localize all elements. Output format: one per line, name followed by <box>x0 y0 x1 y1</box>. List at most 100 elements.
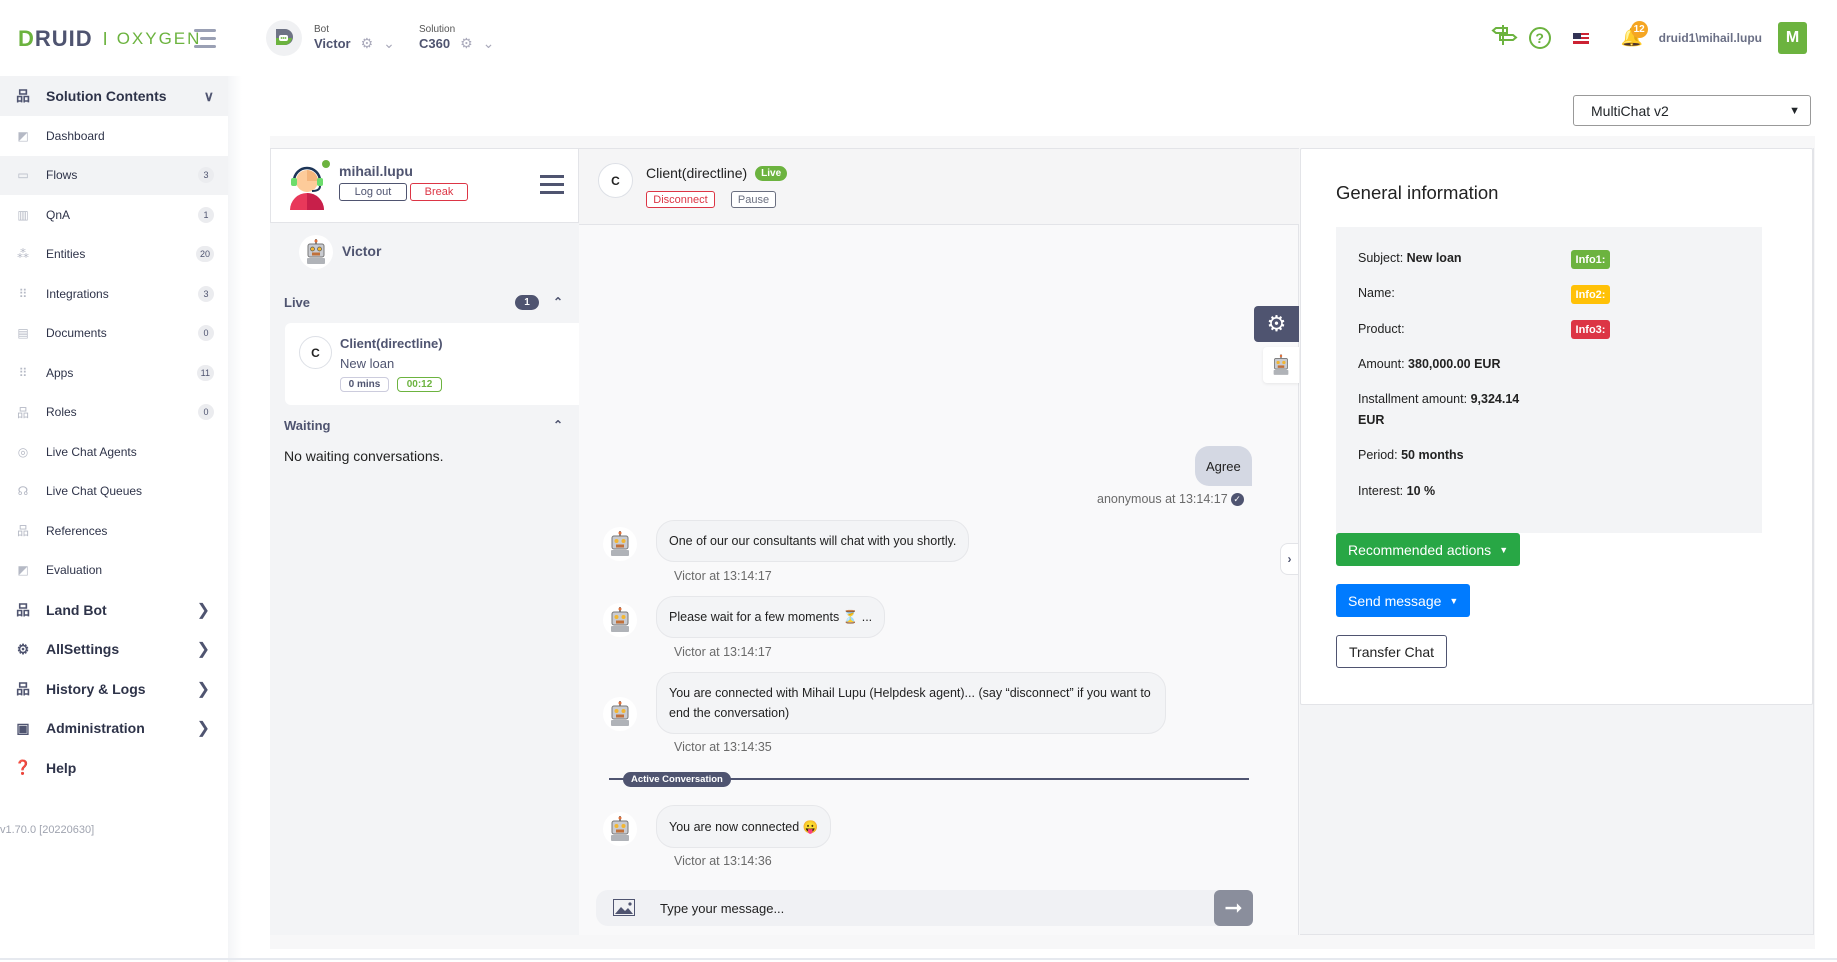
sidebar-item-live-chat-queues[interactable]: ☊ Live Chat Queues <box>0 472 228 512</box>
sidebar-group-label: Land Bot <box>46 601 107 618</box>
sidebar-item-label: Roles <box>46 405 77 420</box>
sidebar-item-documents[interactable]: ▤ Documents 0 <box>0 314 228 354</box>
bot-name: Victor <box>342 243 382 259</box>
gear-icon[interactable]: ⚙ <box>361 35 374 52</box>
waiting-empty-text: No waiting conversations. <box>284 448 444 464</box>
bot-message-avatar <box>603 697 637 731</box>
bot-message-bubble: Please wait for a few moments ⏳ ... <box>656 596 886 638</box>
info-label: Subject: <box>1358 251 1404 265</box>
transfer-chat-button[interactable]: Transfer Chat <box>1336 635 1448 668</box>
info-label: Name: <box>1358 286 1395 300</box>
chart-icon: ◩ <box>17 128 29 143</box>
sidebar-item-label: Live Chat Queues <box>46 484 143 499</box>
multichat-version-select[interactable]: MultiChat v2 ▼ <box>1573 95 1811 126</box>
chevron-down-icon[interactable]: ⌄ <box>383 35 395 52</box>
break-button[interactable]: Break <box>410 183 468 201</box>
agent-avatar-icon <box>288 160 330 210</box>
info-value: New loan <box>1406 251 1462 265</box>
sidebar-item-count: 0 <box>198 404 214 421</box>
send-button[interactable]: ➞ <box>1214 890 1253 926</box>
info-row-period: Period: 50 months <box>1358 445 1464 466</box>
agent-icon: ◎ <box>17 444 29 459</box>
sidebar-item-label: Flows <box>46 168 78 183</box>
sidebar-item-label: Live Chat Agents <box>46 444 137 459</box>
solution-selector[interactable]: Solution C360 ⚙ ⌄ <box>419 24 494 52</box>
bot-message-avatar <box>603 527 637 561</box>
sidebar-item-integrations[interactable]: ⠿ Integrations 3 <box>0 274 228 314</box>
sidebar-group-label: Help <box>46 759 77 776</box>
sidebar-item-live-chat-agents[interactable]: ◎ Live Chat Agents <box>0 432 228 472</box>
info-label: Amount: <box>1358 357 1405 371</box>
send-message-button[interactable]: Send message ▼ <box>1336 584 1471 617</box>
logout-button[interactable]: Log out <box>339 183 407 201</box>
gear-icon[interactable]: ⚙ <box>460 35 473 52</box>
sidebar-item-label: Integrations <box>46 286 109 301</box>
live-collapse-icon[interactable]: ⌃ <box>553 295 563 309</box>
waiting-collapse-icon[interactable]: ⌃ <box>553 418 563 432</box>
message-meta: Victor at 13:14:36 <box>674 854 772 868</box>
bottom-divider <box>0 958 1837 960</box>
message-meta: Victor at 13:14:17 <box>674 645 772 659</box>
sidebar-group-administration[interactable]: ▣ Administration ❯ <box>0 709 228 749</box>
logo-separator: I <box>102 28 109 49</box>
sidebar-item-qna[interactable]: ▥ QnA 1 <box>0 195 228 235</box>
sidebar-group-land-bot[interactable]: 品 Land Bot ❯ <box>0 590 228 630</box>
sidebar-item-label: Apps <box>46 365 74 380</box>
message-meta: Victor at 13:14:35 <box>674 740 772 754</box>
recommended-actions-button[interactable]: Recommended actions ▼ <box>1336 533 1521 566</box>
bot-toggle-button[interactable] <box>1263 347 1299 383</box>
info-row-interest: Interest: 10 % <box>1358 481 1435 502</box>
header-actions: ? 🔔 12 druid1\mihail.lupu M <box>1477 21 1807 54</box>
pause-button[interactable]: Pause <box>731 191 776 208</box>
username[interactable]: druid1\mihail.lupu <box>1659 31 1762 45</box>
sidebar-item-entities[interactable]: ⁂ Entities 20 <box>0 235 228 275</box>
sidebar-group-allsettings[interactable]: ⚙ AllSettings ❯ <box>0 630 228 670</box>
chevron-down-icon[interactable]: ⌄ <box>483 35 495 52</box>
admin-icon: ▣ <box>16 719 30 736</box>
signpost-icon[interactable] <box>1491 23 1519 53</box>
user-message-bubble: Agree <box>1195 446 1252 486</box>
help-icon[interactable]: ? <box>1528 27 1551 49</box>
info-row-installment: Installment amount: 9,324.14 EUR <box>1358 389 1533 431</box>
bot-avatar <box>299 235 333 269</box>
user-avatar[interactable]: M <box>1778 22 1807 54</box>
bot-message-avatar <box>603 812 637 846</box>
sidebar-item-dashboard[interactable]: ◩ Dashboard <box>0 116 228 156</box>
info-row-product: Product: <box>1358 319 1405 340</box>
notifications-button[interactable]: 🔔 12 <box>1621 21 1648 49</box>
sidebar-group-label: Administration <box>46 720 145 737</box>
sidebar-section-solution-contents[interactable]: 品 Solution Contents ∨ <box>0 76 228 116</box>
sidebar-item-label: References <box>46 523 108 538</box>
message-input[interactable] <box>660 893 1200 923</box>
chat-settings-button[interactable]: ⚙ <box>1254 306 1299 342</box>
robot-icon <box>1273 354 1289 375</box>
sidebar-toggle-icon[interactable] <box>194 29 216 53</box>
sidebar-group-help[interactable]: ❓ Help <box>0 748 228 788</box>
sidebar-item-roles[interactable]: 品 Roles 0 <box>0 393 228 433</box>
gear-icon: ⚙ <box>16 640 30 657</box>
sidebar-group-history-logs[interactable]: 品 History & Logs ❯ <box>0 669 228 709</box>
sidebar-group-label: History & Logs <box>46 680 146 697</box>
collapse-info-panel-button[interactable]: › <box>1280 543 1298 575</box>
sidebar-item-apps[interactable]: ⠿ Apps 11 <box>0 353 228 393</box>
bot-value: Victor <box>314 36 351 51</box>
sidebar-item-references[interactable]: 品 References <box>0 511 228 551</box>
agent-menu-icon[interactable] <box>540 175 564 199</box>
waiting-section-label: Waiting <box>284 418 331 433</box>
bot-selector[interactable]: Bot Victor ⚙ ⌄ <box>314 24 395 52</box>
chevron-right-icon: › <box>1287 552 1292 566</box>
info-label: Product: <box>1358 322 1405 336</box>
sidebar-item-evaluation[interactable]: ◩ Evaluation <box>0 551 228 591</box>
disconnect-button[interactable]: Disconnect <box>646 191 715 208</box>
logo-main: RUID <box>34 26 93 51</box>
recommended-actions-label: Recommended actions <box>1348 541 1492 558</box>
info2-badge: Info2: <box>1571 285 1610 304</box>
image-upload-icon[interactable] <box>613 899 635 916</box>
sitemap-icon: 品 <box>16 524 29 539</box>
sitemap-icon: 品 <box>16 601 30 618</box>
sidebar-item-count: 3 <box>198 167 214 184</box>
live-status-badge: Live <box>755 165 788 181</box>
duration-tag: 00:12 <box>397 377 442 392</box>
us-flag-icon[interactable] <box>1572 32 1589 44</box>
sidebar-item-flows[interactable]: ▭ Flows 3 <box>0 155 228 195</box>
